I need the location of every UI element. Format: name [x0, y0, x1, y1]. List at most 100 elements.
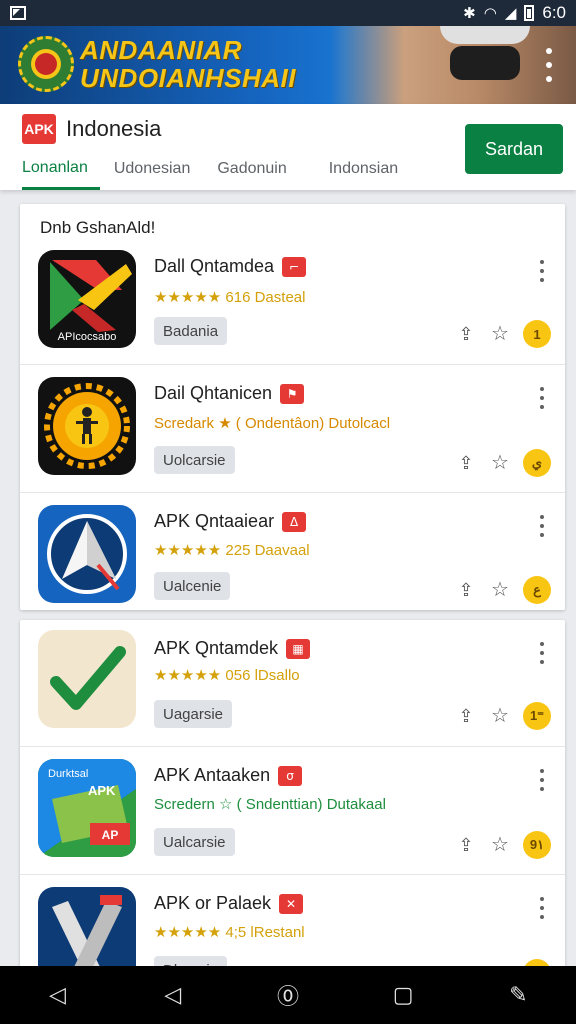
sardan-button[interactable]: Sardan — [465, 124, 563, 174]
brand-name: Indonesia — [66, 116, 162, 141]
star-icon[interactable]: ☆ — [489, 450, 511, 474]
checkmark-icon — [50, 646, 126, 710]
back-triangle-icon[interactable]: ◁ — [38, 975, 78, 1015]
category-chip[interactable]: Uagarsie — [154, 700, 233, 728]
app-rating: ★★★★★ 616 Dasteal — [154, 289, 306, 306]
app-rating: ★★★★★ 056 lDsallo — [154, 667, 300, 684]
app-rating: ★★★★★ 4;5 lRestanl — [154, 924, 305, 941]
star-icon[interactable]: ☆ — [489, 832, 511, 856]
recents-square-icon[interactable]: ▢ — [383, 975, 423, 1015]
app-icon: APIcocsabo — [38, 250, 136, 348]
share-icon[interactable]: ⇪ — [455, 705, 477, 727]
app-name-text: APK Antaaken — [154, 765, 271, 785]
app-name-text: Dail Qhtanicen — [154, 383, 273, 403]
battery-icon — [524, 5, 535, 21]
category-chip[interactable]: Ualcarsie — [154, 828, 235, 856]
app-list-item[interactable]: Durktsal APK AP APK Antaaken σ Scredern ☆… — [20, 746, 565, 873]
app-icon — [38, 630, 136, 728]
app-name-text: Dall Qntamdea — [154, 256, 275, 276]
app-name: APK Qntamdek ▦ — [154, 638, 311, 659]
app-badge-icon: ▦ — [286, 638, 311, 659]
tab-bar: Lonanlan Udonesian Gadonuin Indonsian — [0, 148, 398, 190]
status-icons: ✱ ◠ ◢ 6:0 — [463, 3, 566, 23]
coin-badge[interactable]: 1 — [523, 320, 551, 348]
coin-badge[interactable]: ي — [523, 449, 551, 477]
app-icon-label: APK — [88, 783, 116, 798]
app-list-item[interactable]: APK Qntamdek ▦ ★★★★★ 056 lDsallo Uagarsie… — [20, 620, 565, 747]
app-name-text: APK Qntaaiear — [154, 511, 275, 531]
signal-icon: ◢ — [504, 4, 517, 22]
app-badge-icon: σ — [278, 765, 303, 786]
coin-badge[interactable]: 9١ — [523, 831, 551, 859]
coin-badge[interactable]: ع — [523, 576, 551, 604]
category-chip[interactable]: Ualcenie — [154, 572, 231, 600]
share-icon[interactable]: ⇪ — [455, 452, 477, 474]
tab-gadonuin[interactable]: Gadonuin — [217, 148, 286, 190]
gear-worker-icon — [44, 383, 130, 469]
category-chip[interactable]: Badania — [154, 317, 228, 345]
k-logo-icon: APIcocsabo — [50, 260, 132, 343]
emblem-logo — [18, 36, 74, 92]
app-name: APK Qntaaiear Δ — [154, 511, 307, 532]
share-icon[interactable]: ⇪ — [455, 834, 477, 856]
app-list-item[interactable]: Dail Qhtanicen ⚑ Scredark ★ ( Ondentâon) … — [20, 364, 565, 491]
item-menu-icon[interactable] — [537, 515, 547, 537]
banner-title-line-2: UNDOIANHSHAII — [80, 63, 296, 93]
apk-tag-icon: Durktsal APK AP — [38, 759, 136, 857]
app-name: Dail Qhtanicen ⚑ — [154, 383, 305, 404]
status-bar: ✱ ◠ ◢ 6:0 — [0, 0, 576, 26]
app-list-card: APK Qntamdek ▦ ★★★★★ 056 lDsallo Uagarsie… — [20, 620, 565, 987]
edit-icon[interactable]: ✎ — [498, 975, 538, 1015]
overflow-menu-icon[interactable] — [542, 48, 556, 82]
app-badge-icon: ⌐ — [282, 256, 307, 277]
app-icon-label: Durktsal — [48, 768, 88, 780]
banner-photo — [330, 26, 576, 104]
app-badge-icon: Δ — [282, 511, 307, 532]
item-menu-icon[interactable] — [537, 897, 547, 919]
item-menu-icon[interactable] — [537, 260, 547, 282]
coin-badge[interactable]: 1⁼ — [523, 702, 551, 730]
apk-logo-icon: APK — [22, 114, 56, 144]
app-icon: Durktsal APK AP — [38, 759, 136, 857]
brand: APK Indonesia — [22, 114, 161, 144]
notification-image-icon — [10, 6, 26, 20]
share-icon[interactable]: ⇪ — [455, 323, 477, 345]
app-badge-icon: ✕ — [279, 893, 304, 914]
app-list-card: Dnb GshanAld! APIcocsabo Dall Qntamdea ⌐ … — [20, 204, 565, 610]
app-name: APK Antaaken σ — [154, 765, 303, 786]
item-menu-icon[interactable] — [537, 769, 547, 791]
app-rating: ★★★★★ 225 Daavaal — [154, 542, 310, 559]
item-menu-icon[interactable] — [537, 387, 547, 409]
bluetooth-icon: ✱ — [463, 4, 476, 22]
app-icon-label: AP — [102, 828, 119, 842]
app-name-text: APK or Palaek — [154, 893, 272, 913]
back-icon[interactable]: ◁ — [153, 975, 193, 1015]
app-list-item[interactable]: APIcocsabo Dall Qntamdea ⌐ ★★★★★ 616 Dast… — [20, 250, 565, 377]
wifi-icon: ◠ — [483, 4, 497, 22]
category-chip[interactable]: Uolcarsie — [154, 446, 235, 474]
app-rating: Scredark ★ ( Ondentâon) Dutolcacl — [154, 415, 391, 432]
app-list-item[interactable]: APK Qntaaiear Δ ★★★★★ 225 Daavaal Ualceni… — [20, 492, 565, 619]
share-icon[interactable]: ⇪ — [455, 579, 477, 601]
status-time: 6:0 — [542, 3, 566, 22]
system-nav-bar: ◁ ◁ ⓪ ▢ ✎ — [0, 966, 576, 1024]
tab-udonesian[interactable]: Udonesian — [114, 148, 191, 190]
star-icon[interactable]: ☆ — [489, 703, 511, 727]
app-icon-label: APIcocsabo — [58, 331, 117, 343]
app-icon — [38, 505, 136, 603]
star-icon[interactable]: ☆ — [489, 577, 511, 601]
promo-banner[interactable]: ANDAANIAR UNDOIANHSHAII — [0, 26, 576, 104]
tab-indonsian[interactable]: Indonsian — [329, 148, 398, 190]
banner-title-line-1: ANDAANIAR — [80, 35, 242, 65]
tab-lonanlan[interactable]: Lonanlan — [22, 148, 100, 190]
compass-arrow-icon — [47, 514, 127, 594]
banner-title: ANDAANIAR UNDOIANHSHAII — [80, 36, 296, 92]
app-name-text: APK Qntamdek — [154, 638, 279, 658]
app-header: APK Indonesia Lonanlan Udonesian Gadonui… — [0, 104, 576, 190]
star-icon[interactable]: ☆ — [489, 321, 511, 345]
app-icon — [38, 377, 136, 475]
home-circle-icon[interactable]: ⓪ — [268, 975, 308, 1015]
app-name: APK or Palaek ✕ — [154, 893, 304, 914]
item-menu-icon[interactable] — [537, 642, 547, 664]
app-badge-icon: ⚑ — [280, 383, 305, 404]
